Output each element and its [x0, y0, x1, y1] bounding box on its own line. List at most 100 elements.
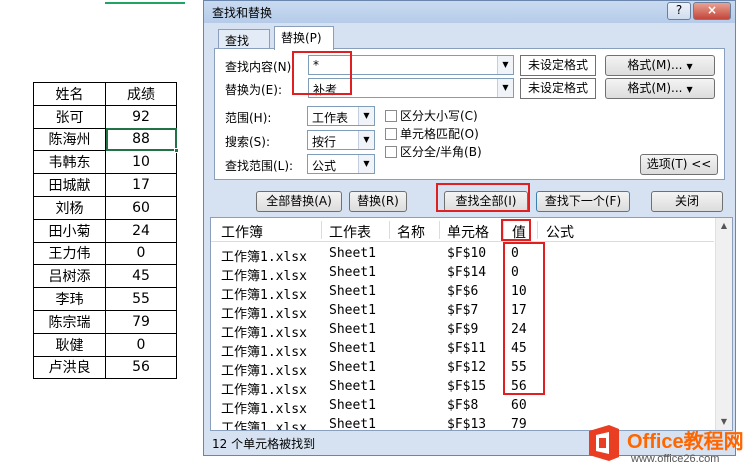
cell-score[interactable]: 92 [105, 104, 177, 129]
replace-all-button[interactable]: 全部替换(A) [256, 191, 342, 212]
col-header-sheet[interactable]: 工作表 [329, 222, 371, 242]
list-item[interactable]: 工作簿1.xlsx Sheet1 $F$14 0 [211, 263, 714, 284]
cell-score[interactable]: 10 [105, 150, 177, 175]
replace-button[interactable]: 替换(R) [349, 191, 407, 212]
cell-name[interactable]: 王力伟 [33, 241, 106, 266]
results-scrollbar[interactable]: ▲ ▼ [715, 218, 732, 430]
table-header-row: 姓名 成绩 [33, 82, 177, 106]
result-cell: $F$8 [447, 398, 479, 413]
options-button[interactable]: 选项(T) << [640, 154, 718, 175]
grades-table-body: 姓名 成绩 张可 92 陈海州 88 韦韩东 10 田城献 17 刘杨 60 田小菊 24 王力伟 0 吕树添 4… [33, 82, 179, 380]
spreadsheet: 姓名 成绩 张可 92 陈海州 88 韦韩东 10 田城献 17 刘杨 60 田小菊 24 王力伟 0 吕树添 4… [0, 0, 210, 474]
cell-score[interactable]: 55 [105, 287, 177, 311]
result-sheet: Sheet1 [329, 398, 376, 413]
result-value: 0 [511, 265, 519, 280]
tab-replace[interactable]: 替换(P) [274, 26, 334, 50]
search-select[interactable]: 按行 ▼ [307, 130, 375, 150]
result-value: 56 [511, 379, 527, 394]
cell-name[interactable]: 韦韩东 [33, 150, 106, 175]
cell-score[interactable]: 45 [105, 264, 177, 289]
find-all-button[interactable]: 查找全部(I) [444, 191, 528, 212]
checkbox-box[interactable] [385, 128, 397, 140]
cell-score[interactable]: 88 [105, 127, 179, 154]
list-item[interactable]: 工作簿1.xlsx Sheet1 $F$15 56 [211, 377, 714, 398]
cell-name[interactable]: 卢洪良 [33, 355, 106, 380]
match-cell-label: 单元格匹配(O) [400, 127, 479, 141]
tab-find[interactable]: 查找(D) [218, 29, 270, 63]
replace-format-label: 格式(M)... [627, 81, 683, 95]
result-cell: $F$7 [447, 303, 479, 318]
cell-name[interactable]: 陈宗瑞 [33, 309, 106, 334]
col-header-value[interactable]: 值 [512, 222, 526, 242]
lookin-select[interactable]: 公式 ▼ [307, 154, 375, 174]
list-item[interactable]: 工作簿1.xlsx Sheet1 $F$7 17 [211, 301, 714, 322]
match-byte-checkbox[interactable]: 区分全/半角(B) [385, 143, 482, 160]
result-sheet: Sheet1 [329, 341, 376, 356]
lookin-label: 查找范围(L): [225, 159, 294, 173]
list-item[interactable]: 工作簿1.xlsx Sheet1 $F$9 24 [211, 320, 714, 341]
result-sheet: Sheet1 [329, 417, 376, 431]
status-text: 12 个单元格被找到 [212, 437, 316, 451]
within-select[interactable]: 工作表 ▼ [307, 106, 375, 126]
replace-format-button[interactable]: 格式(M)... ▼ [605, 78, 715, 99]
cell-score[interactable]: 0 [105, 332, 177, 357]
dialog-titlebar[interactable]: 查找和替换 ? × [204, 1, 735, 23]
chevron-down-icon[interactable]: ▼ [358, 131, 374, 149]
results-list[interactable]: 工作簿 工作表 名称 单元格 值 公式 工作簿1.xlsx Sheet1 $F$10… [210, 217, 733, 431]
chevron-down-icon[interactable]: ▼ [358, 107, 374, 125]
replace-format-preview: 未设定格式 [520, 78, 596, 99]
replace-with-label: 替换为(E): [225, 83, 282, 97]
find-what-value: * [313, 58, 319, 72]
list-item[interactable]: 工作簿1.xlsx Sheet1 $F$6 10 [211, 282, 714, 303]
cell-name[interactable]: 张可 [33, 104, 106, 129]
checkbox-box[interactable] [385, 146, 397, 158]
chevron-down-icon[interactable]: ▼ [497, 56, 513, 74]
table-row: 张可 92 [33, 104, 177, 129]
cell-score[interactable]: 56 [105, 355, 177, 380]
result-cell: $F$6 [447, 284, 479, 299]
col-header-workbook[interactable]: 工作簿 [221, 222, 263, 242]
cell-score[interactable]: 24 [105, 218, 177, 243]
fill-handle[interactable] [174, 148, 179, 154]
help-button[interactable]: ? [667, 2, 691, 20]
table-row: 韦韩东 10 [33, 150, 177, 175]
cell-name[interactable]: 田城献 [33, 173, 106, 197]
cell-score[interactable]: 17 [105, 173, 177, 197]
replace-with-input[interactable]: 补考 ▼ [308, 78, 514, 98]
close-window-button[interactable]: × [693, 2, 731, 20]
checkbox-box[interactable] [385, 110, 397, 122]
find-next-button[interactable]: 查找下一个(F) [536, 191, 630, 212]
cell-score[interactable]: 79 [105, 309, 177, 334]
cell-name[interactable]: 吕树添 [33, 264, 106, 289]
match-case-checkbox[interactable]: 区分大小写(C) [385, 107, 478, 124]
header-score[interactable]: 成绩 [105, 82, 177, 106]
chevron-down-icon[interactable]: ▼ [358, 155, 374, 173]
within-label: 范围(H): [225, 111, 272, 125]
find-what-input[interactable]: * ▼ [308, 55, 514, 75]
list-item[interactable]: 工作簿1.xlsx Sheet1 $F$10 0 [211, 244, 714, 265]
col-header-formula[interactable]: 公式 [546, 222, 574, 242]
cell-score[interactable]: 60 [105, 195, 177, 220]
find-format-button[interactable]: 格式(M)... ▼ [605, 55, 715, 76]
cell-name[interactable]: 陈海州 [33, 127, 106, 152]
cell-score[interactable]: 0 [105, 241, 177, 266]
match-cell-checkbox[interactable]: 单元格匹配(O) [385, 125, 479, 142]
list-item[interactable]: 工作簿1.xlsx Sheet1 $F$8 60 [211, 396, 714, 417]
header-name[interactable]: 姓名 [33, 82, 106, 106]
col-header-cell[interactable]: 单元格 [447, 222, 489, 242]
chevron-down-icon[interactable]: ▼ [497, 79, 513, 97]
cell-name[interactable]: 耿健 [33, 332, 106, 357]
cell-name[interactable]: 刘杨 [33, 195, 106, 220]
match-byte-label: 区分全/半角(B) [400, 145, 482, 159]
list-item[interactable]: 工作簿1.xlsx Sheet1 $F$12 55 [211, 358, 714, 379]
scroll-up-icon[interactable]: ▲ [716, 218, 732, 234]
find-replace-dialog: 查找和替换 ? × 查找(D) 替换(P) 查找内容(N): * ▼ 未设定格式… [203, 0, 736, 456]
watermark-title: Office教程网 [627, 431, 744, 453]
close-button[interactable]: 关闭 [651, 191, 723, 212]
cell-name[interactable]: 田小菊 [33, 218, 106, 243]
find-format-preview: 未设定格式 [520, 55, 596, 76]
cell-name[interactable]: 李玮 [33, 287, 106, 311]
col-header-name[interactable]: 名称 [397, 222, 425, 242]
search-label: 搜索(S): [225, 135, 271, 149]
list-item[interactable]: 工作簿1.xlsx Sheet1 $F$11 45 [211, 339, 714, 360]
